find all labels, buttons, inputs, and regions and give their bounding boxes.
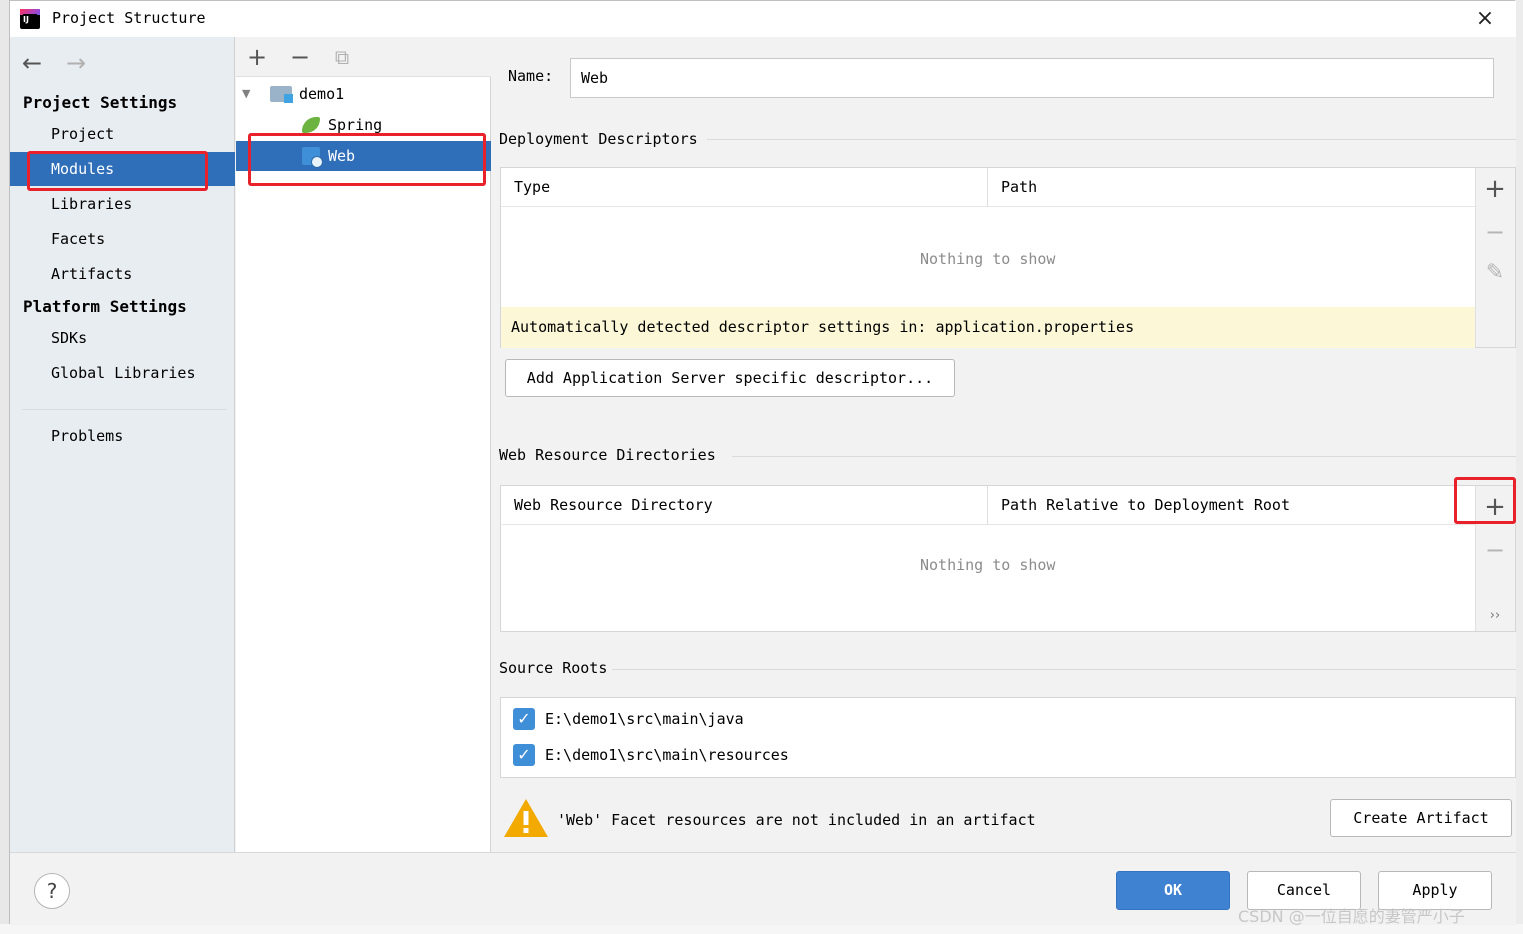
create-artifact-button[interactable]: Create Artifact [1330,799,1512,837]
add-icon[interactable]: + [1476,174,1514,204]
section-divider [732,456,1516,457]
web-resource-directories-title: Web Resource Directories [499,446,716,464]
highlight-box-add-resource-dir [1454,477,1516,524]
facet-settings-panel: Name: Web Deployment Descriptors Type Pa… [492,37,1516,852]
project-settings-heading: Project Settings [23,93,178,112]
section-divider [612,669,1516,670]
column-header-web-resource-directory[interactable]: Web Resource Directory [501,486,988,525]
column-header-relative-path[interactable]: Path Relative to Deployment Root [988,486,1475,525]
source-root-path: E:\demo1\src\main\java [545,710,744,728]
background-ide-left-strip [0,0,9,934]
forward-arrow-icon[interactable]: → [66,49,86,77]
column-header-path[interactable]: Path [988,168,1475,207]
project-structure-dialog: IJ Project Structure × ← → Project Setti… [9,0,1516,925]
sidebar-item-problems[interactable]: Problems [10,419,235,453]
help-icon[interactable]: ? [34,873,70,909]
checkbox-checked[interactable]: ✓ [513,744,535,766]
title-bar: IJ Project Structure × [10,1,1516,37]
module-tree-panel: + − ⧉ ▼ demo1 Spring Web [236,37,491,852]
app-icon-glyph: IJ [23,14,37,26]
source-roots-title: Source Roots [499,659,608,677]
platform-settings-heading: Platform Settings [23,297,187,316]
sidebar-item-global-libraries[interactable]: Global Libraries [10,356,235,390]
back-arrow-icon[interactable]: ← [22,49,42,77]
list-item: ✓ E:\demo1\src\main\resources [511,744,1501,768]
web-resource-directories-table: Web Resource Directory Path Relative to … [500,485,1516,632]
window-title: Project Structure [52,9,206,27]
tree-node-demo1[interactable]: ▼ demo1 [236,79,491,109]
more-actions-icon[interactable]: ›› [1476,608,1514,623]
descriptors-side-toolbar: + − ✎ [1475,168,1515,347]
deployment-descriptors-table: Type Path Nothing to show Automatically … [500,167,1516,348]
warning-text: 'Web' Facet resources are not included i… [557,811,1036,829]
edit-pencil-icon[interactable]: ✎ [1476,260,1514,285]
sidebar-item-project[interactable]: Project [10,117,235,151]
list-item: ✓ E:\demo1\src\main\java [511,708,1501,732]
name-label: Name: [508,67,554,85]
sidebar-divider [22,409,227,410]
warning-icon [504,799,548,837]
source-roots-list: ✓ E:\demo1\src\main\java ✓ E:\demo1\src\… [500,697,1516,778]
tree-node-label: demo1 [299,85,345,103]
remove-icon[interactable]: − [288,43,312,71]
deployment-descriptors-title: Deployment Descriptors [499,130,698,148]
add-icon[interactable]: + [245,43,269,71]
sidebar-item-facets[interactable]: Facets [10,222,235,256]
csdn-watermark: CSDN @一位自愿的妻管严小子 [1238,907,1465,926]
remove-icon[interactable]: − [1476,536,1514,564]
empty-state-text: Nothing to show [920,556,1056,574]
module-folder-icon [270,86,293,103]
column-header-type[interactable]: Type [501,168,988,207]
background-ide-right-strip [1515,0,1523,934]
sidebar-item-libraries[interactable]: Libraries [10,187,235,221]
spring-leaf-icon [302,117,320,133]
add-server-descriptor-button[interactable]: Add Application Server specific descript… [505,359,955,397]
highlight-box-web [248,133,486,186]
copy-icon[interactable]: ⧉ [330,45,354,69]
detected-descriptor-info: Automatically detected descriptor settin… [501,307,1475,348]
source-root-path: E:\demo1\src\main\resources [545,746,789,764]
remove-icon[interactable]: − [1476,218,1514,246]
name-input[interactable]: Web [570,58,1494,98]
settings-sidebar: ← → Project Settings Project Modules Lib… [10,37,235,852]
ok-button[interactable]: OK [1116,871,1230,910]
highlight-box-modules [27,151,208,191]
close-icon[interactable]: × [1472,6,1498,32]
empty-state-text: Nothing to show [920,250,1056,268]
section-divider [707,139,1516,140]
tree-toolbar: + − ⧉ [236,37,491,77]
sidebar-item-sdks[interactable]: SDKs [10,321,235,355]
sidebar-item-artifacts[interactable]: Artifacts [10,257,235,291]
checkbox-checked[interactable]: ✓ [513,708,535,730]
expand-arrow-icon[interactable]: ▼ [242,79,250,109]
intellij-app-icon: IJ [20,9,40,29]
